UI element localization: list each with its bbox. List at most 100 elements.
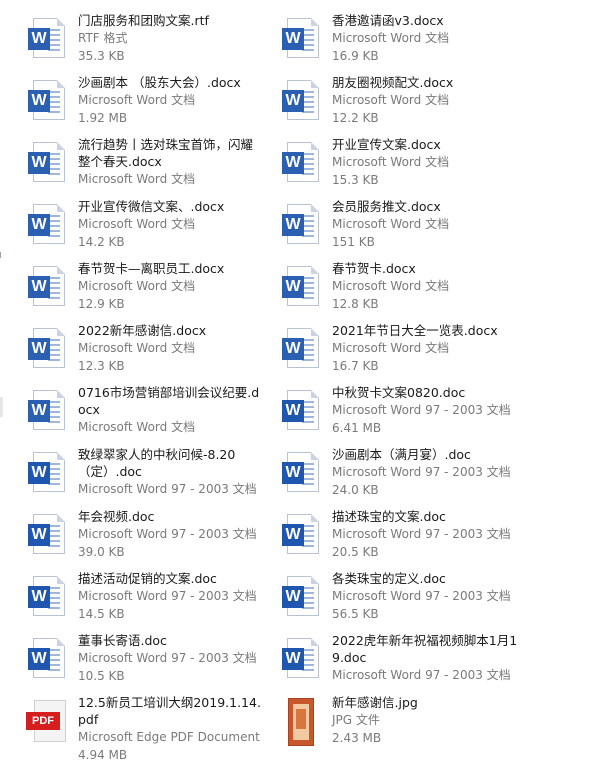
file-item[interactable]: W 开业宣传文案.docx Microsoft Word 文档 15.3 KB <box>278 134 532 196</box>
word-letter: W <box>28 214 50 236</box>
file-size: 16.9 KB <box>332 49 379 63</box>
file-size: 14.2 KB <box>78 235 125 249</box>
file-size: 12.9 KB <box>78 297 125 311</box>
word-icon: W <box>278 78 326 126</box>
file-type: Microsoft Word 97 - 2003 文档 <box>332 465 511 479</box>
file-name: 描述珠宝的文案.doc <box>332 509 446 524</box>
word-letter: W <box>282 524 304 546</box>
file-item[interactable]: W 描述活动促销的文案.doc Microsoft Word 97 - 2003 文… <box>24 568 278 630</box>
word-icon: W <box>278 140 326 188</box>
file-item[interactable]: W 各类珠宝的定义.doc Microsoft Word 97 - 2003 文档 5… <box>278 568 532 630</box>
file-item[interactable]: W 2021年节日大全一览表.docx Microsoft Word 文档 16.7 … <box>278 320 532 382</box>
file-item[interactable]: PDF 12.5新员工培训大纲2019.1.14.pdf Microsoft Edg… <box>24 692 278 762</box>
file-type: Microsoft Word 文档 <box>78 93 196 107</box>
file-size: 6.41 MB <box>332 421 382 435</box>
word-letter: W <box>28 462 50 484</box>
file-name: 新年感谢信.jpg <box>332 695 418 710</box>
file-item[interactable]: 新年感谢信.jpg JPG 文件 2.43 MB <box>278 692 532 754</box>
word-letter: W <box>28 524 50 546</box>
word-icon: W <box>24 140 72 188</box>
word-old-icon: W <box>24 636 72 684</box>
file-type: RTF 格式 <box>78 31 128 45</box>
file-name: 会员服务推文.docx <box>332 199 441 214</box>
file-type: Microsoft Word 文档 <box>78 341 196 355</box>
word-letter: W <box>282 462 304 484</box>
file-type: Microsoft Word 文档 <box>78 420 196 434</box>
file-type: Microsoft Word 97 - 2003 文档 <box>78 589 257 603</box>
file-type: Microsoft Word 文档 <box>78 172 196 186</box>
file-item[interactable]: W 春节贺卡.docx Microsoft Word 文档 12.8 KB <box>278 258 532 320</box>
word-letter: W <box>282 586 304 608</box>
file-size: 35.3 KB <box>78 49 125 63</box>
pdf-label: PDF <box>26 712 60 730</box>
word-letter: W <box>28 400 50 422</box>
word-icon: W <box>278 326 326 374</box>
word-old-icon: W <box>278 450 326 498</box>
file-item[interactable]: W 中秋贺卡文案0820.doc Microsoft Word 97 - 2003 … <box>278 382 532 444</box>
file-name: 春节贺卡—离职员工.docx <box>78 261 225 276</box>
file-size: 39.0 KB <box>78 545 125 559</box>
file-item[interactable]: W 董事长寄语.doc Microsoft Word 97 - 2003 文档 10.… <box>24 630 278 692</box>
file-name: 各类珠宝的定义.doc <box>332 571 446 586</box>
file-type: Microsoft Edge PDF Document <box>78 730 260 744</box>
file-type: Microsoft Word 文档 <box>332 279 450 293</box>
left-pane-edge <box>0 0 4 764</box>
word-letter: W <box>28 28 50 50</box>
file-item[interactable]: W 香港邀请函v3.docx Microsoft Word 文档 16.9 KB <box>278 10 532 72</box>
file-type: JPG 文件 <box>332 713 380 727</box>
file-name: 朋友圈视频配文.docx <box>332 75 454 90</box>
word-icon: W <box>278 264 326 312</box>
word-icon: W <box>24 202 72 250</box>
file-type: Microsoft Word 97 - 2003 文档 <box>332 403 511 417</box>
pdf-icon: PDF <box>24 698 72 746</box>
file-item[interactable]: W 致绿翠家人的中秋问候-8.20（定）.doc Microsoft Word 97… <box>24 444 278 506</box>
word-letter: W <box>28 648 50 670</box>
file-size: 2.43 MB <box>332 731 382 745</box>
file-item[interactable]: W 春节贺卡—离职员工.docx Microsoft Word 文档 12.9 KB <box>24 258 278 320</box>
file-name: 2022虎年新年祝福视频脚本1月19.doc <box>332 633 518 665</box>
file-size: 10.5 KB <box>78 669 125 683</box>
file-type: Microsoft Word 文档 <box>332 341 450 355</box>
file-item[interactable]: W 朋友圈视频配文.docx Microsoft Word 文档 12.2 KB <box>278 72 532 134</box>
file-name: 春节贺卡.docx <box>332 261 416 276</box>
file-size: 14.5 KB <box>78 607 125 621</box>
word-letter: W <box>282 648 304 670</box>
selection-mark <box>0 397 3 417</box>
file-item[interactable]: W 描述珠宝的文案.doc Microsoft Word 97 - 2003 文档 2… <box>278 506 532 568</box>
file-size: 12.2 KB <box>332 111 379 125</box>
file-name: 描述活动促销的文案.doc <box>78 571 217 586</box>
file-size: 4.94 MB <box>78 748 128 762</box>
file-item[interactable]: W 2022新年感谢信.docx Microsoft Word 文档 12.3 KB <box>24 320 278 382</box>
file-item[interactable]: W 2022虎年新年祝福视频脚本1月19.doc Microsoft Word 97… <box>278 630 532 692</box>
file-item[interactable]: W 流行趋势丨选对珠宝首饰，闪耀整个春天.docx Microsoft Word 文… <box>24 134 278 196</box>
file-item[interactable]: W 会员服务推文.docx Microsoft Word 文档 151 KB <box>278 196 532 258</box>
file-name: 12.5新员工培训大纲2019.1.14.pdf <box>78 695 261 727</box>
word-letter: W <box>282 276 304 298</box>
word-old-icon: W <box>278 388 326 436</box>
file-item[interactable]: W 开业宣传微信文案、.docx Microsoft Word 文档 14.2 KB <box>24 196 278 258</box>
file-item[interactable]: W 门店服务和团购文案.rtf RTF 格式 35.3 KB <box>24 10 278 72</box>
word-icon: W <box>278 202 326 250</box>
file-name: 2021年节日大全一览表.docx <box>332 323 498 338</box>
file-size: 151 KB <box>332 235 375 249</box>
file-name: 中秋贺卡文案0820.doc <box>332 385 466 400</box>
file-item[interactable]: W 0716市场营销部培训会议纪要.docx Microsoft Word 文档 <box>24 382 278 444</box>
word-icon: W <box>24 264 72 312</box>
file-item[interactable]: W 沙画剧本 （股东大会）.docx Microsoft Word 文档 1.92 M… <box>24 72 278 134</box>
word-letter: W <box>28 152 50 174</box>
word-letter: W <box>282 90 304 112</box>
file-type: Microsoft Word 文档 <box>78 217 196 231</box>
word-letter: W <box>28 586 50 608</box>
word-icon: W <box>278 16 326 64</box>
file-type: Microsoft Word 97 - 2003 文档 <box>78 651 257 665</box>
file-size: 12.3 KB <box>78 359 125 373</box>
file-name: 门店服务和团购文案.rtf <box>78 13 209 28</box>
file-item[interactable]: W 年会视频.doc Microsoft Word 97 - 2003 文档 39.0… <box>24 506 278 568</box>
word-icon: W <box>24 16 72 64</box>
file-grid: W 门店服务和团购文案.rtf RTF 格式 35.3 KB W 香港邀请函v3.docx… <box>24 10 532 762</box>
file-item[interactable]: W 沙画剧本（满月宴）.doc Microsoft Word 97 - 2003 文… <box>278 444 532 506</box>
file-name: 年会视频.doc <box>78 509 155 524</box>
file-type: Microsoft Word 97 - 2003 文档 <box>78 482 257 496</box>
file-size: 15.3 KB <box>332 173 379 187</box>
jpg-thumbnail-icon <box>278 698 326 746</box>
